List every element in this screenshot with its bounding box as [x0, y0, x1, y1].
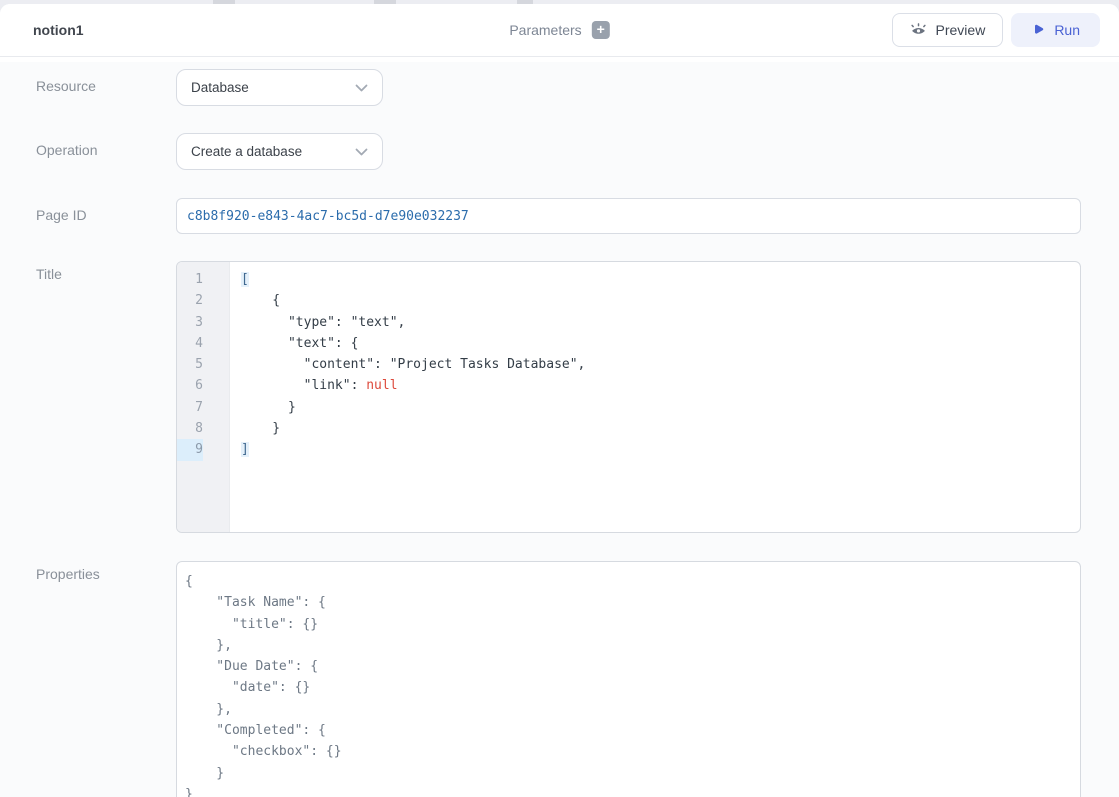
- page-id-input[interactable]: [176, 198, 1081, 234]
- run-button-label: Run: [1054, 22, 1080, 38]
- line-number: 2: [177, 290, 229, 311]
- code-token: }: [241, 421, 280, 436]
- node-header: notion1 Parameters + Preview: [0, 4, 1119, 57]
- code-line: }: [241, 418, 1080, 439]
- node-details-panel: notion1 Parameters + Preview: [0, 4, 1119, 797]
- preview-button-label: Preview: [936, 22, 986, 38]
- properties-row: Properties { "Task Name": { "title": {} …: [36, 561, 1119, 797]
- page-id-row: Page ID: [36, 198, 1119, 234]
- code-line: "date": {}: [185, 677, 1080, 698]
- operation-select-value: Create a database: [191, 144, 302, 159]
- code-line: }: [185, 784, 1080, 797]
- resource-label: Resource: [36, 69, 176, 106]
- run-button[interactable]: Run: [1011, 13, 1100, 47]
- resource-select-value: Database: [191, 80, 249, 95]
- code-token: "text": {: [241, 336, 358, 351]
- code-token: }: [241, 400, 296, 415]
- line-number: 7: [177, 397, 229, 418]
- line-number-text: 6: [177, 375, 203, 396]
- code-token: [: [241, 272, 249, 287]
- play-icon: [1031, 23, 1045, 37]
- line-number-text: 1: [177, 269, 203, 290]
- operation-label: Operation: [36, 133, 176, 170]
- code-line: "text": {: [241, 333, 1080, 354]
- node-name: notion1: [33, 22, 84, 38]
- resource-select[interactable]: Database: [176, 69, 383, 106]
- code-line: },: [185, 699, 1080, 720]
- line-number: 3: [177, 312, 229, 333]
- code-line: "checkbox": {}: [185, 741, 1080, 762]
- line-number: 4: [177, 333, 229, 354]
- chevron-down-icon: [355, 148, 368, 156]
- operation-row: Operation Create a database: [36, 133, 1119, 170]
- code-line: "Completed": {: [185, 720, 1080, 741]
- page-id-label: Page ID: [36, 198, 176, 234]
- eye-icon: [910, 22, 927, 38]
- code-line: "type": "text",: [241, 312, 1080, 333]
- line-number-text: 5: [177, 354, 203, 375]
- code-token: "type": "text",: [241, 315, 405, 330]
- code-line: [: [241, 269, 1080, 290]
- title-gutter: 123456789: [177, 262, 230, 532]
- tab-parameters-label: Parameters: [509, 22, 581, 38]
- line-number-text: 3: [177, 312, 203, 333]
- properties-label: Properties: [36, 561, 176, 797]
- chevron-down-icon: [355, 84, 368, 92]
- code-token: null: [366, 378, 397, 393]
- code-line: }: [185, 763, 1080, 784]
- line-number: 8: [177, 418, 229, 439]
- code-line: "title": {}: [185, 614, 1080, 635]
- code-token: "content": "Project Tasks Database",: [241, 357, 585, 372]
- title-label: Title: [36, 261, 176, 533]
- code-line: "Task Name": {: [185, 592, 1080, 613]
- title-row: Title 123456789 [ { "type": "text", "tex…: [36, 261, 1119, 533]
- line-number: 9: [177, 439, 229, 460]
- line-number: 6: [177, 375, 229, 396]
- plus-icon[interactable]: +: [592, 21, 610, 39]
- line-number-text: 8: [177, 418, 203, 439]
- line-number: 5: [177, 354, 229, 375]
- code-line: "link": null: [241, 375, 1080, 396]
- resource-row: Resource Database: [36, 69, 1119, 106]
- tab-parameters[interactable]: Parameters +: [509, 21, 609, 39]
- code-line: "content": "Project Tasks Database",: [241, 354, 1080, 375]
- code-line: }: [241, 397, 1080, 418]
- code-line: "Due Date": {: [185, 656, 1080, 677]
- code-line: ]: [241, 439, 1080, 460]
- title-code-editor[interactable]: 123456789 [ { "type": "text", "text": { …: [176, 261, 1081, 533]
- header-actions: Preview Run: [892, 13, 1100, 47]
- code-line: {: [241, 290, 1080, 311]
- line-number: 1: [177, 269, 229, 290]
- line-number-text: 2: [177, 290, 203, 311]
- code-token: {: [241, 293, 280, 308]
- code-token: "link":: [241, 378, 366, 393]
- preview-button[interactable]: Preview: [892, 13, 1004, 47]
- line-number-text: 7: [177, 397, 203, 418]
- code-line: {: [185, 571, 1080, 592]
- line-number-text: 4: [177, 333, 203, 354]
- parameters-form: Resource Database Operation Create a dat…: [0, 62, 1119, 797]
- line-number-text: 9: [177, 439, 203, 460]
- properties-code-pane[interactable]: { "Task Name": { "title": {} }, "Due Dat…: [176, 561, 1081, 797]
- title-code-pane[interactable]: [ { "type": "text", "text": { "content":…: [230, 262, 1080, 532]
- operation-select[interactable]: Create a database: [176, 133, 383, 170]
- code-token: ]: [241, 442, 249, 457]
- code-line: },: [185, 635, 1080, 656]
